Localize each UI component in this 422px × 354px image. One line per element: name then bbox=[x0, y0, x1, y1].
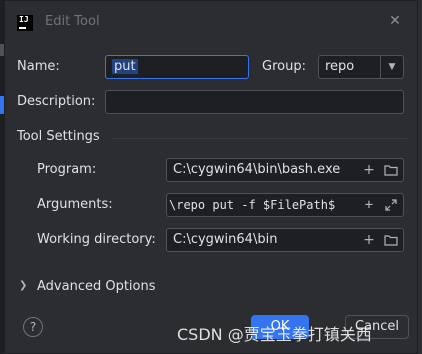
section-divider bbox=[113, 138, 407, 139]
name-field[interactable]: put bbox=[105, 55, 249, 79]
working-directory-value: C:\cygwin64\bin bbox=[173, 232, 278, 247]
close-icon[interactable]: ✕ bbox=[387, 13, 403, 29]
arguments-field-actions: + bbox=[357, 194, 399, 216]
expand-icon[interactable] bbox=[383, 197, 399, 213]
edit-tool-dialog: IJ Edit Tool ✕ Name: put Group: repo ▼ D… bbox=[4, 0, 418, 354]
chevron-down-icon[interactable]: ▼ bbox=[380, 56, 403, 78]
app-icon-bar bbox=[19, 27, 26, 29]
dialog-title: Edit Tool bbox=[45, 14, 100, 29]
working-directory-actions: + bbox=[357, 229, 399, 251]
working-directory-label: Working directory: bbox=[37, 232, 156, 247]
tool-settings-title: Tool Settings bbox=[17, 129, 100, 144]
group-label: Group: bbox=[262, 59, 306, 74]
program-field-actions: + bbox=[357, 159, 399, 181]
group-combo[interactable]: repo ▼ bbox=[318, 55, 404, 79]
folder-icon[interactable] bbox=[383, 162, 399, 178]
app-icon-text: IJ bbox=[19, 15, 29, 24]
intellij-app-icon: IJ bbox=[17, 15, 33, 31]
program-label: Program: bbox=[37, 162, 97, 177]
chevron-right-icon[interactable]: ❯ bbox=[19, 280, 27, 291]
program-value: C:\cygwin64\bin\bash.exe bbox=[173, 162, 341, 177]
help-button[interactable]: ? bbox=[23, 317, 43, 337]
description-field[interactable] bbox=[105, 90, 404, 114]
plus-icon[interactable]: + bbox=[361, 232, 377, 248]
working-directory-field[interactable]: C:\cygwin64\bin + bbox=[166, 228, 404, 252]
folder-icon[interactable] bbox=[383, 232, 399, 248]
arguments-value: \repo put -f $FilePath$ bbox=[169, 198, 336, 212]
description-label: Description: bbox=[17, 94, 96, 109]
name-label: Name: bbox=[17, 59, 60, 74]
plus-icon[interactable]: + bbox=[361, 197, 377, 213]
advanced-options-toggle[interactable]: Advanced Options bbox=[37, 279, 156, 294]
name-value: put bbox=[112, 59, 138, 74]
plus-icon[interactable]: + bbox=[361, 162, 377, 178]
arguments-field[interactable]: \repo put -f $FilePath$ + bbox=[166, 193, 404, 217]
csdn-watermark: CSDN @贾宝玉拳打镇关西 bbox=[177, 325, 372, 344]
arguments-label: Arguments: bbox=[37, 197, 113, 212]
program-field[interactable]: C:\cygwin64\bin\bash.exe + bbox=[166, 158, 404, 182]
title-bar: IJ Edit Tool ✕ bbox=[5, 1, 417, 45]
group-value: repo bbox=[325, 59, 355, 74]
